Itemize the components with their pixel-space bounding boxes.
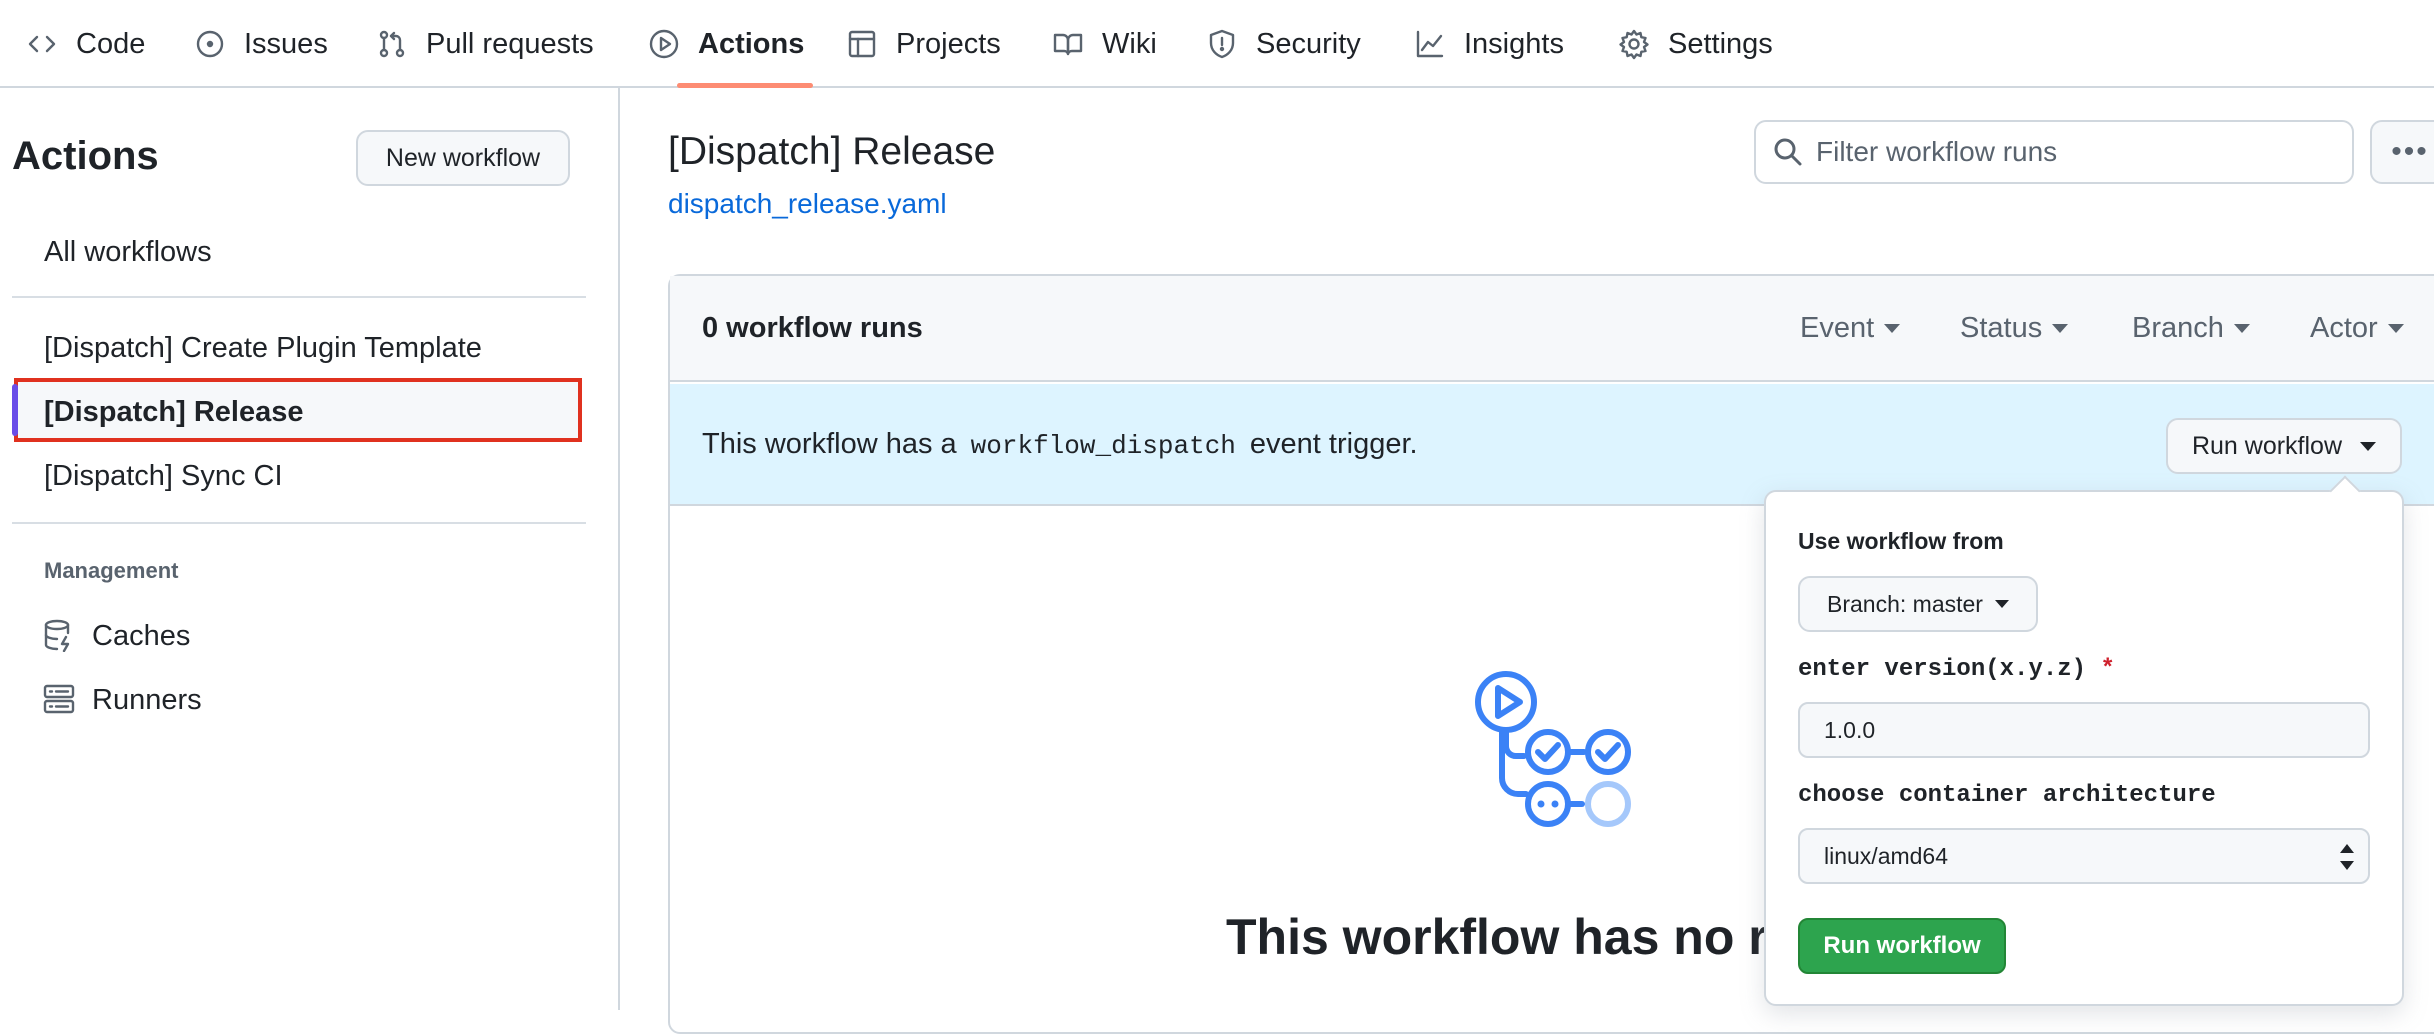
- sidebar-separator: [12, 522, 586, 524]
- sidebar-item-all-workflows[interactable]: All workflows: [44, 236, 212, 269]
- tab-insights-label: Insights: [1464, 27, 1564, 60]
- required-asterisk: *: [2100, 656, 2115, 683]
- triangle-down-icon: [1994, 600, 2009, 608]
- banner-suffix: event trigger.: [1249, 428, 1418, 460]
- run-workflow-dropdown-button[interactable]: Run workflow: [2166, 418, 2402, 474]
- active-tab-underline: [677, 83, 813, 88]
- more-options-button[interactable]: •••: [2370, 120, 2434, 184]
- tab-wiki[interactable]: Wiki: [1052, 0, 1157, 88]
- version-input[interactable]: 1.0.0: [1798, 702, 2370, 758]
- sidebar-item-caches[interactable]: Caches: [92, 620, 190, 653]
- triangle-down-icon: [1884, 324, 1901, 333]
- sidebar-title: Actions: [12, 134, 159, 178]
- version-label-text: enter version(x.y.z): [1798, 656, 2087, 683]
- new-workflow-button[interactable]: New workflow: [356, 130, 570, 186]
- tab-security[interactable]: Security: [1206, 0, 1361, 88]
- sidebar-item-workflow-release[interactable]: [Dispatch] Release: [44, 396, 304, 429]
- page-title: [Dispatch] Release: [668, 130, 996, 173]
- issue-opened-icon: [196, 30, 224, 58]
- kebab-horizontal-icon: •••: [2391, 135, 2429, 168]
- sidebar-item-workflow-create-plugin[interactable]: [Dispatch] Create Plugin Template: [44, 332, 482, 365]
- filter-event-dropdown[interactable]: Event: [1800, 312, 1901, 345]
- tab-code[interactable]: Code: [26, 0, 145, 88]
- filter-runs-input[interactable]: Filter workflow runs: [1754, 120, 2354, 184]
- tab-projects[interactable]: Projects: [846, 0, 1001, 88]
- sidebar-item-workflow-sync-ci[interactable]: [Dispatch] Sync CI: [44, 460, 283, 493]
- sidebar-item-runners[interactable]: Runners: [92, 684, 202, 717]
- search-placeholder: Filter workflow runs: [1816, 136, 2058, 167]
- selected-indicator: [12, 384, 18, 436]
- repo-nav: Code Issues Pull requests Actions Projec…: [0, 0, 2434, 88]
- tab-issues-label: Issues: [244, 27, 328, 60]
- pull-request-icon: [379, 30, 405, 58]
- filter-actor-dropdown[interactable]: Actor: [2310, 312, 2404, 345]
- play-icon: [649, 29, 679, 59]
- book-icon: [1053, 33, 1083, 56]
- use-workflow-from-label: Use workflow from: [1798, 528, 2004, 554]
- banner-code: workflow_dispatch: [970, 431, 1236, 461]
- runs-count: 0 workflow runs: [702, 312, 923, 344]
- workflow-empty-illustration-icon: [1475, 671, 1631, 827]
- sidebar-separator: [12, 296, 586, 298]
- branch-label: Branch: master: [1827, 590, 1983, 617]
- architecture-select-value: linux/amd64: [1824, 842, 1949, 869]
- management-heading: Management: [44, 558, 179, 583]
- table-icon: [848, 30, 876, 58]
- tab-projects-label: Projects: [896, 27, 1001, 60]
- filter-status-dropdown[interactable]: Status: [1960, 312, 2069, 345]
- architecture-label: choose container architecture: [1798, 782, 2216, 809]
- triangle-down-icon: [2360, 441, 2377, 451]
- run-workflow-submit-button[interactable]: Run workflow: [1798, 918, 2006, 974]
- search-icon: [1774, 138, 1802, 166]
- banner-prefix: This workflow has a: [702, 428, 957, 460]
- tab-pull-requests[interactable]: Pull requests: [376, 0, 594, 88]
- triangle-down-icon: [2233, 324, 2250, 333]
- sidebar-divider: [618, 88, 620, 1010]
- tab-code-label: Code: [76, 27, 146, 60]
- filter-label: Branch: [2132, 312, 2224, 344]
- tab-pull-requests-label: Pull requests: [426, 27, 594, 60]
- architecture-select[interactable]: linux/amd64: [1798, 828, 2370, 884]
- code-icon: [28, 35, 56, 53]
- tab-settings[interactable]: Settings: [1618, 0, 1773, 88]
- tab-actions-label: Actions: [698, 27, 805, 60]
- filter-label: Status: [1960, 312, 2043, 344]
- filter-branch-dropdown[interactable]: Branch: [2132, 312, 2250, 345]
- triangle-down-icon: [2387, 324, 2404, 333]
- select-arrows-icon: [2340, 844, 2354, 870]
- tab-issues[interactable]: Issues: [194, 0, 328, 88]
- run-workflow-label: Run workflow: [2191, 431, 2343, 460]
- triangle-down-icon: [2052, 324, 2069, 333]
- tab-settings-label: Settings: [1668, 27, 1773, 60]
- workflow-file-link[interactable]: dispatch_release.yaml: [668, 188, 947, 220]
- tab-security-label: Security: [1256, 27, 1361, 60]
- version-label: enter version(x.y.z) *: [1798, 656, 2115, 683]
- tab-actions[interactable]: Actions: [648, 0, 804, 88]
- server-icon: [42, 682, 76, 721]
- dispatch-banner-text: This workflow has a workflow_dispatch ev…: [702, 428, 1418, 461]
- filter-label: Actor: [2310, 312, 2378, 344]
- graph-icon: [1416, 30, 1444, 58]
- database-icon: [42, 618, 76, 657]
- branch-select-button[interactable]: Branch: master: [1798, 576, 2038, 632]
- gear-icon: [1619, 29, 1649, 60]
- tab-insights[interactable]: Insights: [1414, 0, 1564, 88]
- tab-wiki-label: Wiki: [1102, 27, 1157, 60]
- filter-label: Event: [1800, 312, 1875, 344]
- version-input-value: 1.0.0: [1824, 716, 1876, 743]
- shield-icon: [1209, 29, 1235, 59]
